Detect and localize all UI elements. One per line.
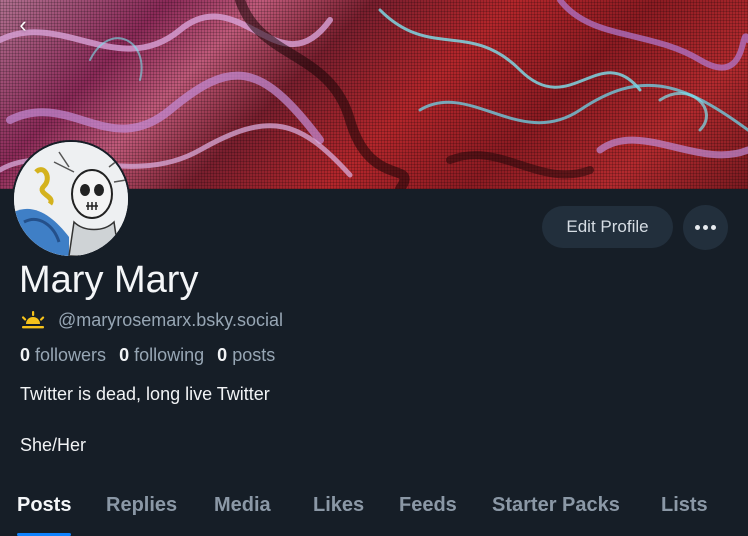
tab-label: Starter Packs xyxy=(492,494,620,516)
sun-icon xyxy=(21,311,45,329)
profile-bio: Twitter is dead, long live Twitter xyxy=(20,384,270,404)
avatar[interactable] xyxy=(12,140,130,258)
tab-feeds[interactable]: Feeds xyxy=(399,494,457,536)
posts-label: posts xyxy=(232,345,276,365)
tab-posts[interactable]: Posts xyxy=(17,494,72,536)
handle[interactable]: @maryrosemarx.bsky.social xyxy=(58,310,283,331)
followers-count: 0 xyxy=(20,345,31,365)
ellipsis-icon xyxy=(694,225,718,230)
following-count: 0 xyxy=(119,345,130,365)
chevron-left-icon: ‹ xyxy=(19,12,27,37)
more-options-button[interactable] xyxy=(683,205,728,250)
display-name: Mary Mary xyxy=(19,259,199,301)
tab-label: Lists xyxy=(661,494,708,516)
posts-stat: 0 posts xyxy=(217,345,275,365)
tab-label: Feeds xyxy=(399,494,457,516)
profile-tabs: Posts Replies Media Likes Feeds Starter … xyxy=(0,494,748,536)
following-stat[interactable]: 0 following xyxy=(119,345,204,365)
edit-profile-button[interactable]: Edit Profile xyxy=(542,206,673,248)
tab-lists[interactable]: Lists xyxy=(661,494,708,536)
tab-media[interactable]: Media xyxy=(214,494,271,536)
followers-stat[interactable]: 0 followers xyxy=(20,345,106,365)
tab-label: Posts xyxy=(17,494,72,516)
back-button[interactable]: ‹ xyxy=(10,12,36,38)
tab-likes[interactable]: Likes xyxy=(313,494,364,536)
tab-label: Replies xyxy=(106,494,178,516)
tab-label: Media xyxy=(214,494,271,516)
tab-starter-packs[interactable]: Starter Packs xyxy=(492,494,620,536)
following-label: following xyxy=(134,345,205,365)
profile-pronouns: She/Her xyxy=(20,435,87,455)
tab-label: Likes xyxy=(313,494,365,516)
avatar-image xyxy=(14,142,128,256)
handle-row: @maryrosemarx.bsky.social xyxy=(20,309,283,331)
tab-replies[interactable]: Replies xyxy=(106,494,177,536)
profile-stats: 0 followers 0 following 0 posts xyxy=(20,345,283,366)
followers-label: followers xyxy=(35,345,107,365)
posts-count: 0 xyxy=(217,345,228,365)
